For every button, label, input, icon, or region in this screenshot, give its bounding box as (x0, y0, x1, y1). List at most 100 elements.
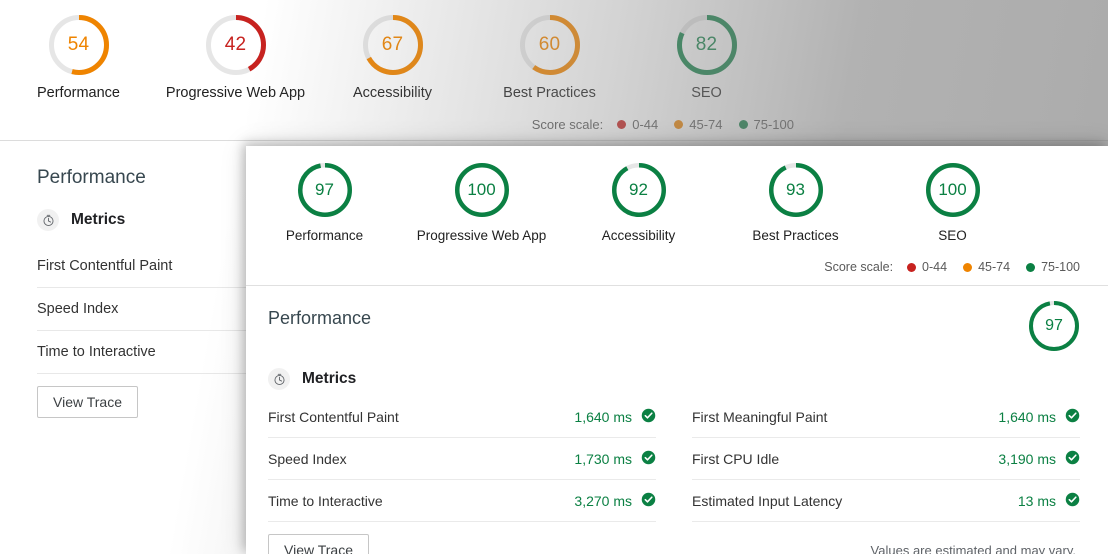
gauge-label: Performance (37, 85, 120, 101)
pass-check-icon (641, 450, 656, 468)
score-scale-item-pass: 75-100 (739, 117, 794, 132)
gauge-ring-icon: 100 (454, 162, 510, 218)
gauge-label: Best Practices (503, 85, 596, 101)
metric-name: Estimated Input Latency (692, 493, 842, 509)
gauge-value: 93 (768, 162, 824, 218)
gauge-label: SEO (938, 228, 967, 243)
fg-score-scale-item-average: 45-74 (963, 260, 1010, 274)
gauge-ring-icon: 92 (611, 162, 667, 218)
gauge-label: Progressive Web App (166, 85, 305, 101)
foreground-gauge-row: 97Performance 100 Progressive Web App 92 Acc… (246, 162, 1108, 243)
foreground-section-title: Performance (268, 308, 371, 329)
gauge-ring-icon: 100 (925, 162, 981, 218)
foreground-score-gauge-1[interactable]: 97Performance (246, 162, 403, 243)
foreground-section-footer: View Trace Values are estimated and may … (268, 534, 1080, 554)
score-scale-item-average: 45-74 (674, 117, 722, 132)
metric-value: 13 ms (1018, 492, 1080, 510)
foreground-score-gauge-3[interactable]: 92 Accessibility (560, 162, 717, 243)
fg-score-scale-range-fail: 0-44 (922, 260, 947, 274)
foreground-metric-row[interactable]: First Meaningful Paint 1,640 ms (692, 396, 1080, 438)
fg-score-scale-range-pass: 75-100 (1041, 260, 1080, 274)
fg-score-dot-pass-icon (1026, 263, 1035, 272)
gauge-value: 82 (676, 14, 738, 76)
score-scale-range-fail: 0-44 (632, 117, 658, 132)
foreground-section-score-value: 97 (1028, 300, 1080, 352)
metric-name: First Contentful Paint (268, 409, 399, 425)
background-metrics-label: Metrics (71, 211, 125, 229)
gauge-value: 92 (611, 162, 667, 218)
metric-name: Speed Index (268, 451, 347, 467)
foreground-metric-row[interactable]: Estimated Input Latency 13 ms (692, 480, 1080, 522)
gauge-ring-icon: 97 (297, 162, 353, 218)
metric-value-text: 1,640 ms (574, 409, 632, 425)
foreground-metric-row[interactable]: Speed Index 1,730 ms (268, 438, 656, 480)
score-scale-label: Score scale: (532, 117, 604, 132)
foreground-metrics-left-column: First Contentful Paint 1,640 ms Speed Inde… (268, 396, 656, 522)
metric-value-text: 1,640 ms (998, 409, 1056, 425)
gauge-ring-icon: 93 (768, 162, 824, 218)
gauge-value: 67 (362, 14, 424, 76)
pass-check-icon (1065, 450, 1080, 468)
gauge-ring-icon: 54 (48, 14, 110, 76)
metric-name: Time to Interactive (268, 493, 383, 509)
stopwatch-icon (37, 209, 59, 231)
foreground-footnote: Values are estimated and may vary. (871, 543, 1080, 554)
score-dot-fail-icon (617, 120, 626, 129)
foreground-score-gauge-2[interactable]: 100 Progressive Web App (403, 162, 560, 243)
foreground-metric-row[interactable]: Time to Interactive 3,270 ms (268, 480, 656, 522)
score-scale-range-average: 45-74 (689, 117, 722, 132)
score-scale-range-pass: 75-100 (754, 117, 794, 132)
metric-value: 1,730 ms (574, 450, 656, 468)
gauge-ring-icon: 67 (362, 14, 424, 76)
foreground-score-gauge-5[interactable]: 100 SEO (874, 162, 1031, 243)
fg-score-scale-item-fail: 0-44 (907, 260, 947, 274)
stopwatch-icon (268, 368, 290, 390)
fg-score-scale-range-average: 45-74 (978, 260, 1010, 274)
background-metric-name: Time to Interactive (37, 344, 156, 360)
foreground-metric-row[interactable]: First Contentful Paint 1,640 ms (268, 396, 656, 438)
gauge-value: 54 (48, 14, 110, 76)
metric-value: 3,270 ms (574, 492, 656, 510)
background-score-gauge-5[interactable]: 82 SEO (628, 14, 785, 101)
gauge-value: 100 (454, 162, 510, 218)
metric-name: First CPU Idle (692, 451, 779, 467)
gauge-ring-icon: 60 (519, 14, 581, 76)
fg-score-scale-item-pass: 75-100 (1026, 260, 1080, 274)
foreground-metrics-heading: Metrics (268, 368, 1080, 390)
gauge-label: Accessibility (353, 85, 432, 101)
pass-check-icon (1065, 408, 1080, 426)
score-scale-item-fail: 0-44 (617, 117, 658, 132)
background-gauge-row: 54 Performance 42 Progressive Web App 67 Acce… (0, 14, 1108, 101)
pass-check-icon (1065, 492, 1080, 510)
background-score-scale: Score scale: 0-44 45-74 75-100 (532, 117, 810, 132)
background-score-gauge-3[interactable]: 67 Accessibility (314, 14, 471, 101)
foreground-report-panel: 97Performance100Progressive Web App92Acc… (246, 146, 1108, 554)
gauge-label: Best Practices (752, 228, 838, 243)
foreground-metric-row[interactable]: First CPU Idle 3,190 ms (692, 438, 1080, 480)
background-score-gauge-2[interactable]: 42 Progressive Web App (157, 14, 314, 101)
fg-score-scale-label: Score scale: (824, 260, 893, 274)
metric-value-text: 3,270 ms (574, 493, 632, 509)
background-score-gauge-4[interactable]: 60 Best Practices (471, 14, 628, 101)
background-score-gauge-1[interactable]: 54 Performance (0, 14, 157, 101)
gauge-label: Accessibility (602, 228, 676, 243)
foreground-score-scale: Score scale: 0-44 45-74 75-100 (824, 260, 1080, 274)
foreground-metrics-label: Metrics (302, 370, 356, 388)
foreground-performance-section: Performance 97 Metrics First Contentful … (246, 286, 1108, 554)
score-dot-average-icon (674, 120, 683, 129)
foreground-view-trace-button[interactable]: View Trace (268, 534, 369, 554)
fg-score-dot-average-icon (963, 263, 972, 272)
fg-score-dot-fail-icon (907, 263, 916, 272)
background-metric-name: Speed Index (37, 301, 118, 317)
gauge-value: 100 (925, 162, 981, 218)
foreground-score-gauge-4[interactable]: 93 Best Practices (717, 162, 874, 243)
metric-name: First Meaningful Paint (692, 409, 827, 425)
metric-value: 1,640 ms (998, 408, 1080, 426)
metric-value-text: 1,730 ms (574, 451, 632, 467)
background-view-trace-button[interactable]: View Trace (37, 386, 138, 418)
gauge-label: Progressive Web App (417, 228, 547, 243)
metric-value-text: 3,190 ms (998, 451, 1056, 467)
gauge-label: SEO (691, 85, 722, 101)
gauge-value: 42 (205, 14, 267, 76)
foreground-section-score-gauge: 97 (1028, 300, 1080, 352)
